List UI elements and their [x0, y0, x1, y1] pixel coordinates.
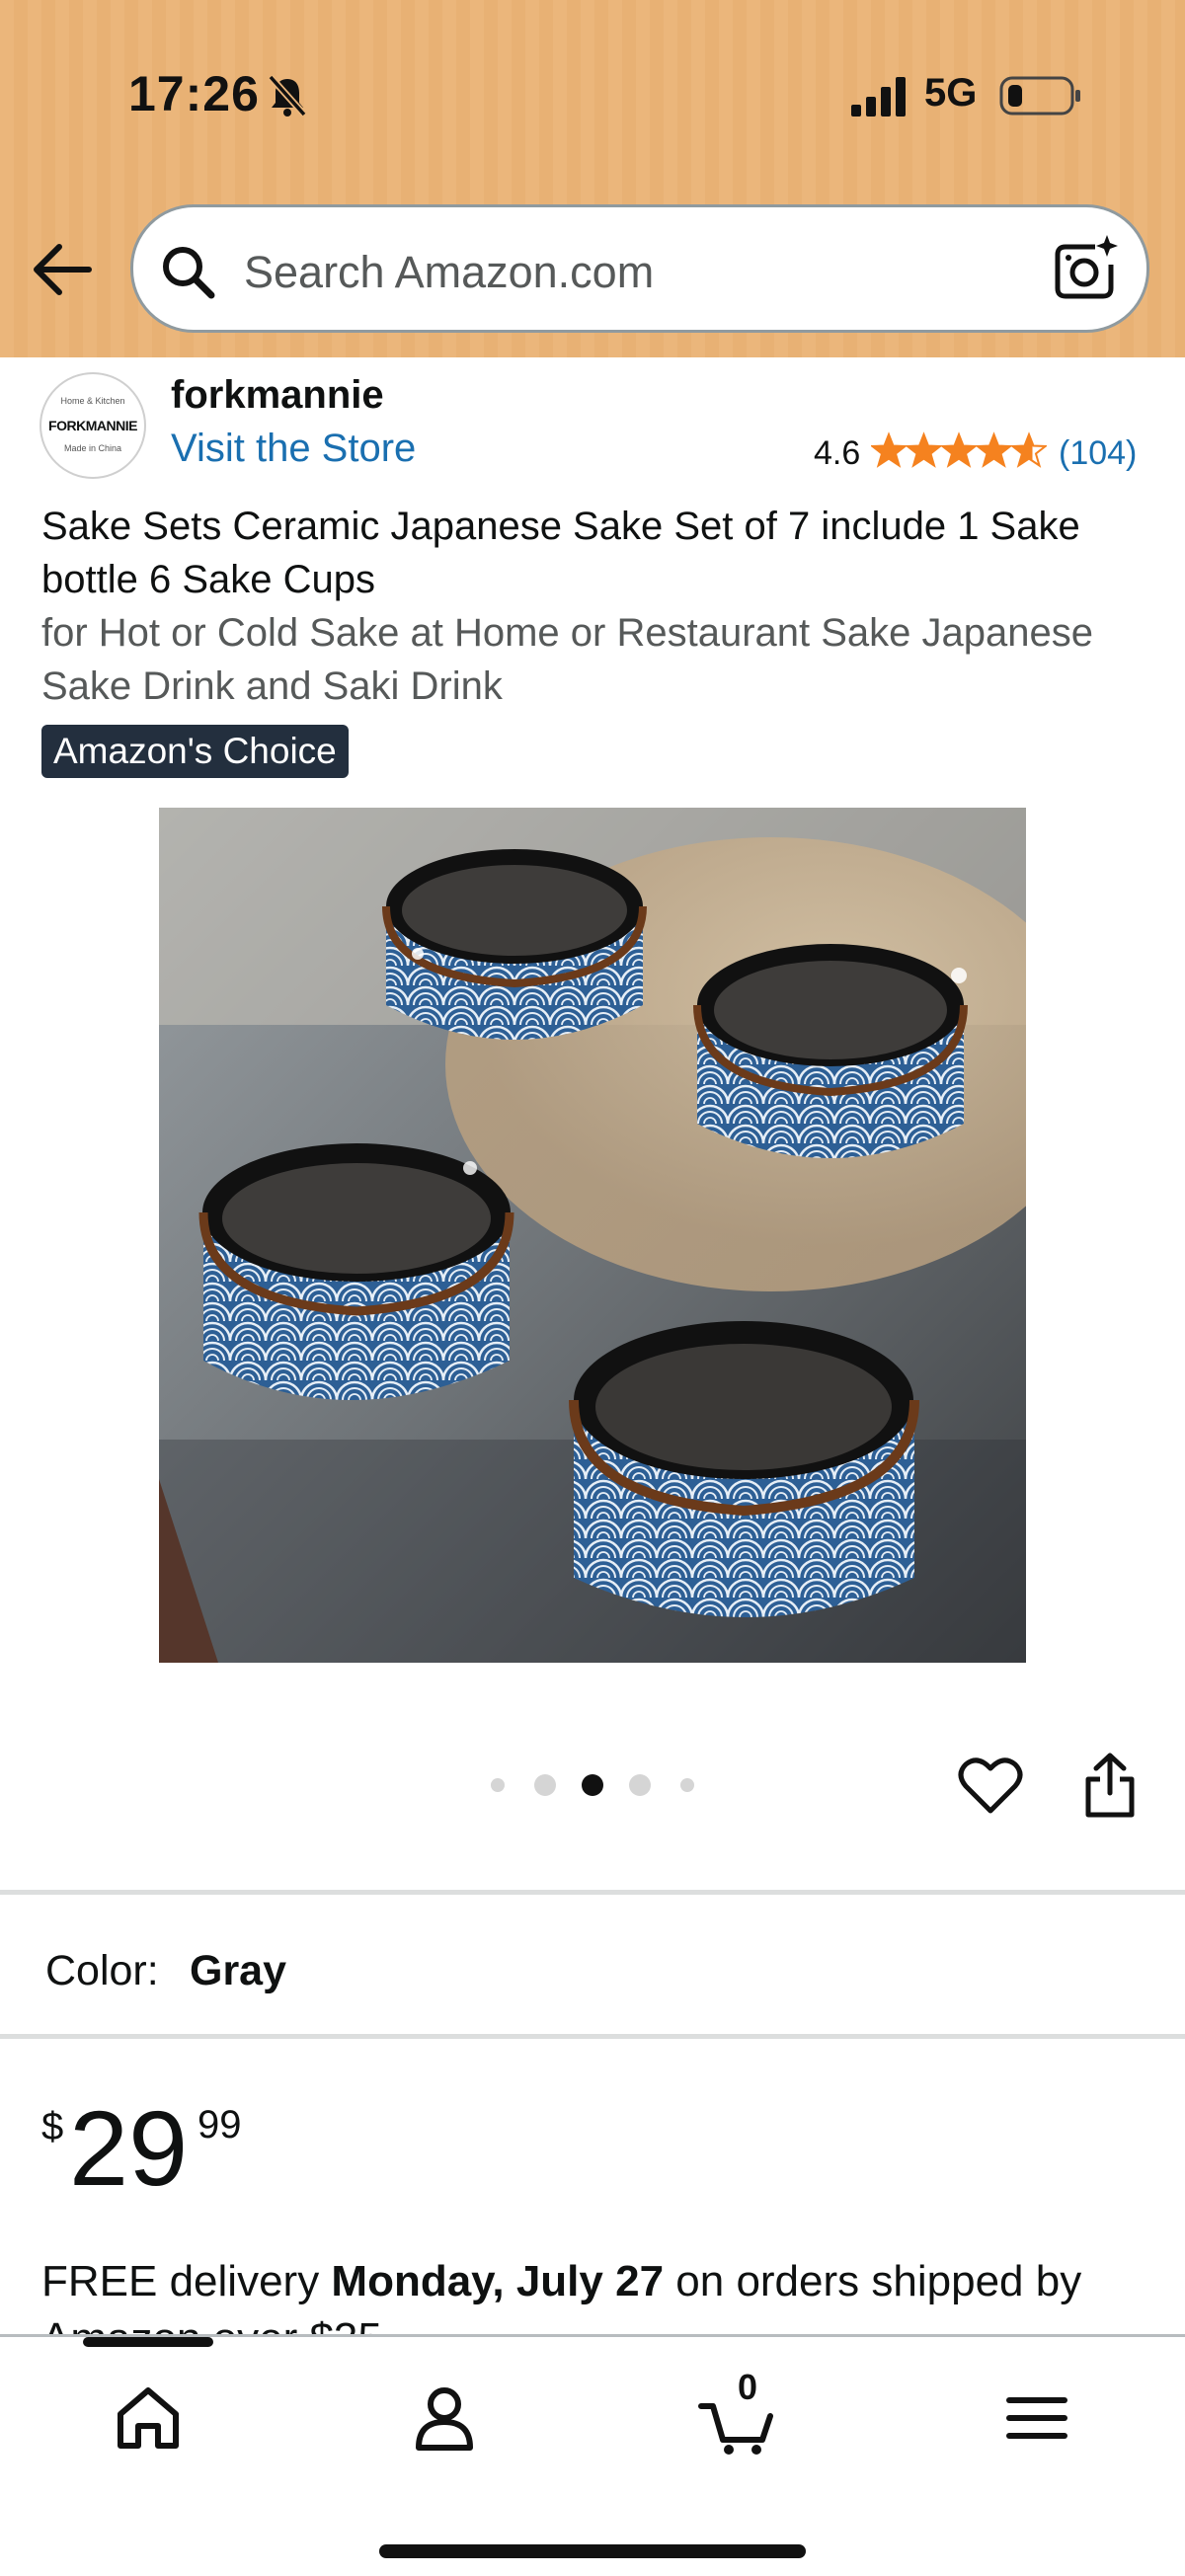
signal-icon	[851, 77, 906, 117]
amazons-choice-badge: Amazon's Choice	[41, 725, 349, 778]
logo-top-text: Home & Kitchen	[60, 396, 125, 406]
star-icon	[905, 431, 943, 468]
rating-stars[interactable]	[871, 430, 1047, 470]
price-whole: 29	[69, 2088, 189, 2208]
status-time: 17:26	[128, 66, 260, 121]
home-indicator	[379, 2544, 806, 2558]
carousel-dot[interactable]	[680, 1778, 694, 1792]
product-subtitle: for Hot or Cold Sake at Home or Restaura…	[41, 611, 1093, 708]
star-icon	[975, 431, 1013, 468]
search-icon[interactable]	[159, 243, 216, 300]
rating-count-link[interactable]: (104)	[1059, 434, 1137, 473]
heart-icon[interactable]	[958, 1756, 1023, 1817]
logo-bottom-text: Made in China	[63, 443, 122, 453]
menu-icon[interactable]	[997, 2379, 1076, 2458]
section-divider	[0, 2034, 1185, 2039]
carousel-dot[interactable]	[534, 1774, 556, 1796]
star-icon	[1009, 431, 1047, 468]
back-arrow-icon[interactable]	[30, 239, 95, 300]
delivery-prefix: FREE delivery	[41, 2257, 332, 2305]
cart-count: 0	[737, 2367, 758, 2407]
seller-name[interactable]: forkmannie	[171, 373, 384, 418]
delivery-date: Monday, July 27	[331, 2257, 665, 2305]
status-bar: 17:26 5G	[0, 0, 1185, 188]
visit-store-link[interactable]: Visit the Store	[171, 427, 416, 471]
carousel-dot-active[interactable]	[582, 1774, 603, 1796]
sake-cup	[569, 1321, 919, 1617]
store-logo[interactable]: Home & Kitchen FORKMANNIE Made in China	[40, 372, 146, 479]
color-value[interactable]: Gray	[190, 1947, 286, 1995]
search-input[interactable]: Search Amazon.com	[130, 204, 1149, 333]
search-placeholder: Search Amazon.com	[244, 247, 655, 297]
product-image[interactable]	[159, 808, 1026, 1663]
header-bar: 17:26 5G Search Amazon.com	[0, 0, 1185, 357]
carousel-dot[interactable]	[491, 1778, 505, 1792]
carousel-dots[interactable]	[484, 1767, 701, 1803]
star-icon	[939, 431, 979, 468]
section-divider	[0, 1890, 1185, 1895]
logo-text: FORKMANNIE	[48, 418, 137, 433]
price-fraction: 99	[198, 2103, 242, 2147]
price-symbol: $	[41, 2105, 64, 2148]
home-icon[interactable]	[109, 2379, 188, 2458]
battery-icon	[999, 76, 1080, 116]
share-icon[interactable]	[1082, 1752, 1138, 1821]
silent-bell-icon	[268, 74, 307, 117]
network-type: 5G	[924, 71, 978, 115]
sake-cup	[693, 944, 968, 1158]
account-icon[interactable]	[405, 2379, 484, 2458]
sake-cup	[382, 849, 647, 1040]
product-title: Sake Sets Ceramic Japanese Sake Set of 7…	[41, 505, 1080, 601]
star-icon	[871, 431, 908, 468]
carousel-dot[interactable]	[629, 1774, 651, 1796]
color-label: Color:	[45, 1947, 159, 1994]
rating-value: 4.6	[814, 434, 861, 472]
active-tab-indicator	[83, 2337, 213, 2347]
sake-cup	[198, 1143, 514, 1400]
bottom-nav: 0	[0, 2334, 1185, 2576]
camera-search-icon[interactable]	[1050, 233, 1119, 302]
